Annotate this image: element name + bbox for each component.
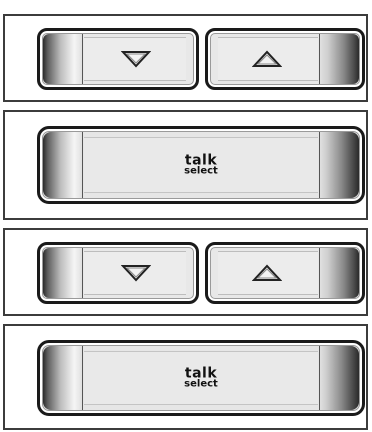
talk-select-button[interactable]: talk select	[37, 126, 365, 204]
volume-down-button[interactable]	[37, 242, 199, 304]
talk-select-label: talk select	[184, 367, 218, 390]
button-cap-right	[319, 34, 359, 84]
button-cap-right	[319, 248, 359, 298]
rocker-panel-1	[3, 14, 368, 102]
volume-up-button[interactable]	[205, 28, 365, 90]
button-cap-right	[319, 132, 359, 198]
triangle-down-icon	[121, 265, 151, 282]
volume-down-button[interactable]	[37, 28, 199, 90]
talk-label-line2: select	[184, 378, 218, 390]
button-cap-left	[43, 248, 83, 298]
talk-panel-2: talk select	[3, 324, 368, 430]
talk-label-line2: select	[184, 165, 218, 177]
rocker-panel-2	[3, 228, 368, 316]
triangle-up-icon	[252, 50, 282, 67]
talk-panel-1: talk select	[3, 110, 368, 220]
button-cap-left	[43, 132, 83, 198]
triangle-up-icon	[252, 264, 282, 281]
button-cap-left	[43, 34, 83, 84]
triangle-down-icon	[121, 51, 151, 68]
button-cap-left	[43, 346, 83, 410]
volume-up-button[interactable]	[205, 242, 365, 304]
talk-select-button[interactable]: talk select	[37, 340, 365, 416]
button-cap-right	[319, 346, 359, 410]
talk-select-label: talk select	[184, 154, 218, 177]
